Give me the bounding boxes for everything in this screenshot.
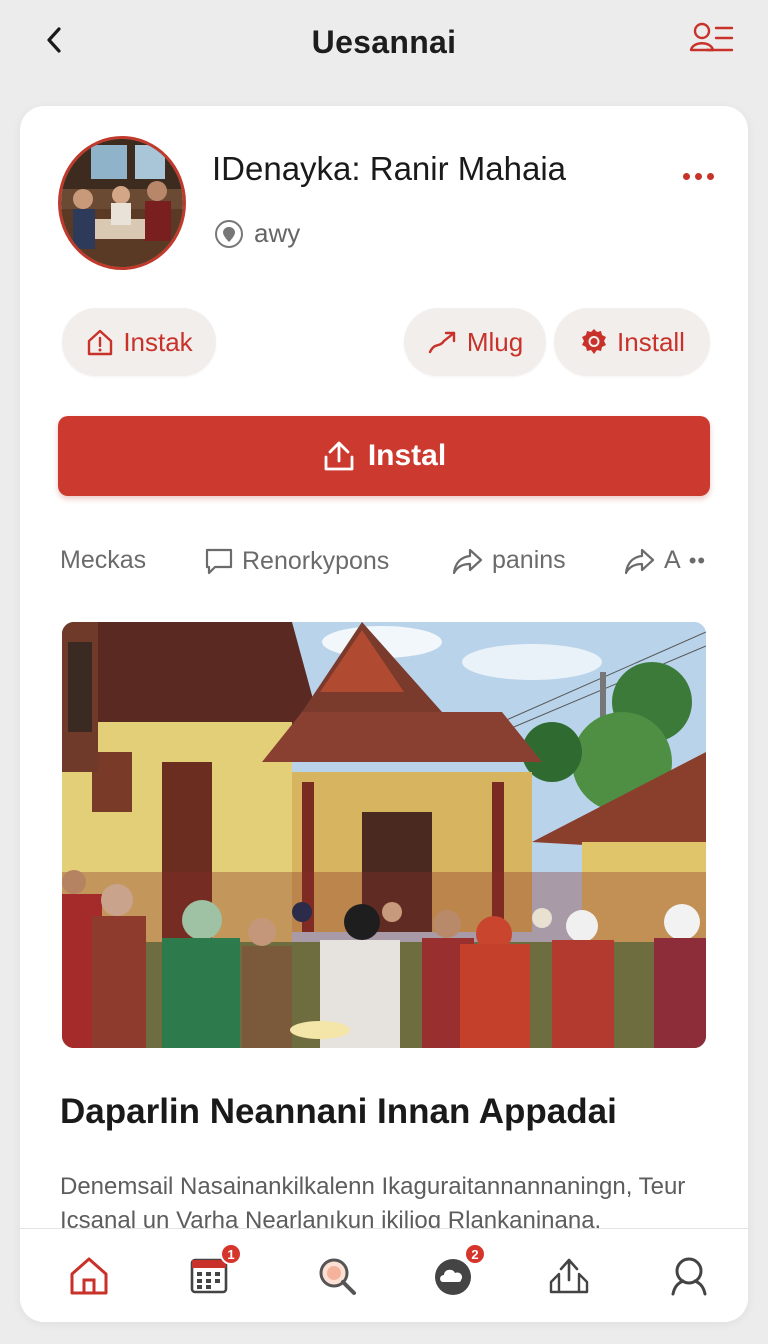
notification-badge: 2 bbox=[464, 1243, 486, 1265]
profile-subtitle: awy bbox=[214, 218, 300, 249]
avatar-image bbox=[61, 139, 183, 267]
profile-name: IDenaуka: Ranir Mahaia bbox=[212, 150, 567, 187]
action-label: A bbox=[664, 546, 681, 574]
chip-mlug[interactable]: Mlug bbox=[404, 308, 546, 376]
profile-card: IDenaуka: Ranir Mahaia awy Instak Mlug I… bbox=[20, 106, 748, 1322]
trend-arrow-icon bbox=[428, 331, 456, 354]
search-icon bbox=[319, 1258, 356, 1295]
page-title: Uesannai bbox=[311, 24, 457, 60]
user-list-icon bbox=[689, 22, 734, 52]
notification-badge: 1 bbox=[220, 1243, 242, 1265]
chip-label: Mlug bbox=[466, 326, 524, 357]
avatar[interactable] bbox=[58, 136, 186, 270]
bottom-navigation: 1 2 bbox=[20, 1228, 748, 1322]
post-photo bbox=[62, 622, 706, 1048]
share-icon bbox=[624, 548, 655, 574]
chip-label: Install bbox=[617, 326, 685, 357]
nav-home[interactable] bbox=[62, 1249, 116, 1303]
profile-search-icon bbox=[671, 1257, 707, 1296]
upload-icon bbox=[324, 441, 354, 471]
action-more-share[interactable]: A •• bbox=[624, 546, 706, 575]
chip-instak[interactable]: Instak bbox=[62, 308, 216, 376]
nav-search[interactable] bbox=[310, 1249, 364, 1303]
overflow-dots: •• bbox=[688, 547, 707, 573]
share-icon bbox=[452, 548, 483, 574]
nav-chat[interactable]: 2 bbox=[426, 1243, 486, 1303]
primary-button-label: Instal bbox=[367, 439, 447, 472]
more-dot bbox=[706, 172, 714, 180]
post-image[interactable] bbox=[62, 622, 706, 1048]
install-primary-button[interactable]: Instal bbox=[58, 416, 710, 496]
profile-subtitle-text: awy bbox=[254, 218, 301, 248]
user-menu-button[interactable] bbox=[688, 18, 736, 58]
action-comments[interactable]: Renorkypons bbox=[204, 546, 389, 576]
post-actions-row: Meckas Renorkypons panins A •• bbox=[60, 542, 720, 582]
chip-label: Instak bbox=[123, 326, 193, 357]
nav-calendar[interactable]: 1 bbox=[182, 1243, 242, 1303]
action-meckas[interactable]: Meckas bbox=[60, 546, 146, 575]
home-icon bbox=[70, 1257, 108, 1295]
upload-icon bbox=[549, 1258, 589, 1294]
chip-install[interactable]: Install bbox=[554, 308, 710, 376]
action-label: panins bbox=[492, 546, 566, 574]
top-bar: Uesannai bbox=[0, 0, 768, 90]
action-label: Renorkypons bbox=[242, 546, 390, 575]
badge-icon bbox=[582, 329, 607, 354]
nav-profile-search[interactable] bbox=[662, 1249, 716, 1303]
action-label: Meckas bbox=[60, 546, 147, 574]
action-share[interactable]: panins bbox=[452, 546, 566, 575]
post-title: Daparlin Neannani Innan Appadai bbox=[60, 1092, 617, 1131]
more-options-button[interactable] bbox=[678, 164, 718, 188]
house-icon bbox=[88, 329, 113, 356]
comment-icon bbox=[205, 548, 233, 575]
more-dots-icon bbox=[682, 172, 690, 180]
more-dot bbox=[694, 172, 702, 180]
nav-upload[interactable] bbox=[542, 1249, 596, 1303]
location-pin-icon bbox=[215, 219, 243, 248]
